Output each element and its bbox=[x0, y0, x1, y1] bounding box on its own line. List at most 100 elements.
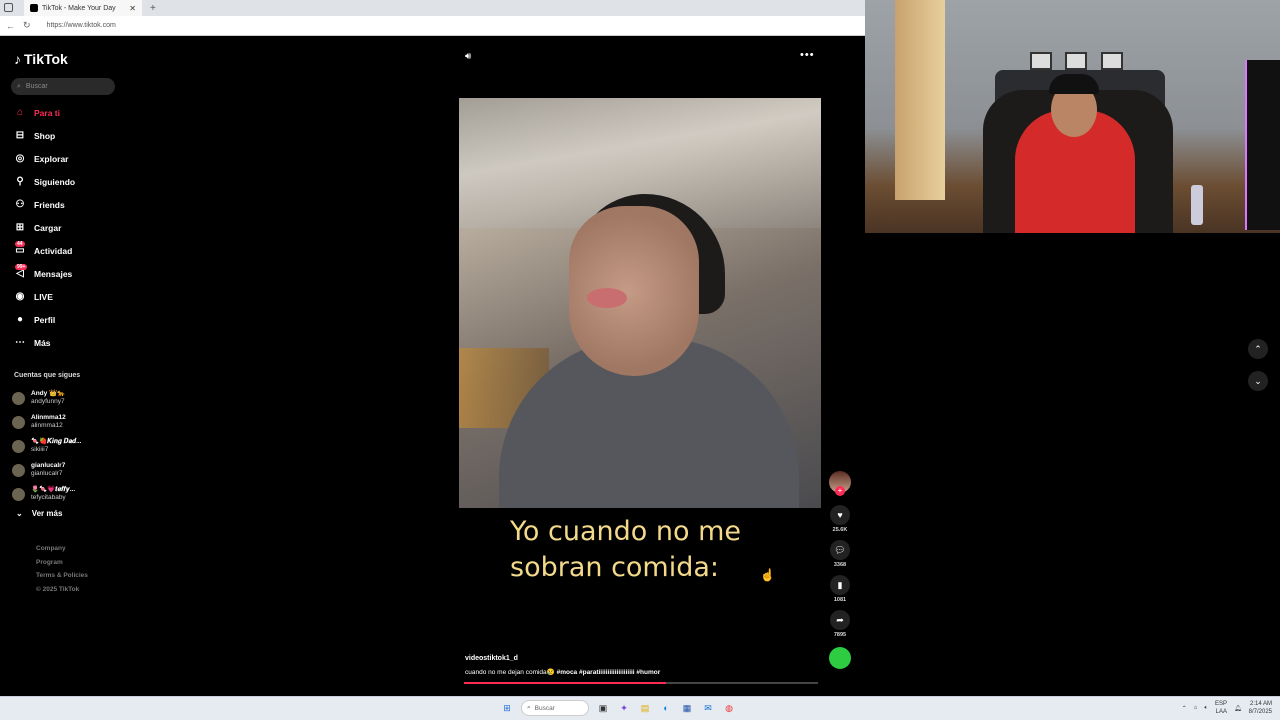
see-more-button[interactable]: ⌄ Ver más bbox=[16, 509, 62, 518]
windows-start-icon[interactable]: ⊞ bbox=[500, 701, 514, 715]
following-account[interactable]: Alinmma12 alinmma12 bbox=[12, 410, 122, 434]
avatar bbox=[12, 415, 25, 429]
taskbar-search[interactable]: ⌕ Buscar bbox=[521, 700, 589, 716]
sidebar-item-siguiendo[interactable]: ⚲ Siguiendo bbox=[14, 170, 124, 193]
previous-video-button[interactable]: ⌃ bbox=[1248, 339, 1268, 359]
video-player[interactable] bbox=[459, 98, 821, 508]
clock[interactable]: 2:14 AM 8/7/2025 bbox=[1249, 700, 1272, 716]
footer-link-company[interactable]: Company bbox=[36, 542, 88, 556]
sidebar-item-actividad[interactable]: ▭ 44 Actividad bbox=[14, 239, 124, 262]
avatar bbox=[12, 463, 25, 477]
sidebar-nav: ⌂ Para ti ⊟ Shop ◎ Explorar ⚲ Siguiendo ⚇ Friends… bbox=[14, 101, 124, 354]
account-display-name: Andy 👑🐆 bbox=[31, 390, 66, 397]
sidebar-item-para-ti[interactable]: ⌂ Para ti bbox=[14, 101, 124, 124]
music-disc-icon[interactable] bbox=[829, 647, 851, 669]
account-names: 🌷🍬💗𝒕𝒆𝒇𝒇𝒚... tefycitababy bbox=[31, 486, 75, 502]
language-region: LAA bbox=[1215, 709, 1228, 715]
save-count: 1081 bbox=[833, 597, 847, 603]
comment-icon[interactable]: 💬︎ bbox=[830, 540, 850, 560]
chevron-down-icon: ⌄ bbox=[16, 509, 23, 518]
share-action[interactable]: ➦ 7895 bbox=[830, 610, 850, 638]
following-account[interactable]: gianlucalr7 gianlucalr7 bbox=[12, 458, 122, 482]
browser-tab[interactable]: TikTok - Make Your Day ✕ bbox=[24, 0, 142, 16]
webcam-streamer-cap bbox=[1049, 74, 1099, 94]
task-view-icon[interactable]: ▣ bbox=[596, 701, 610, 715]
like-action[interactable]: ♥ 25.6K bbox=[830, 505, 850, 533]
hashtags[interactable]: #moca #paratiiiiiiiiiiiiiiiiiiii #humor bbox=[557, 669, 661, 676]
avatar bbox=[12, 487, 25, 501]
video-description: cuando no me dejan comida😢 #moca #parati… bbox=[465, 668, 660, 676]
following-account[interactable]: 🍬🍓𝑲𝒊𝒏𝒈 𝑫𝒂𝒅... sikiiii7 bbox=[12, 434, 122, 458]
sidebar-item-cargar[interactable]: ⊞ Cargar bbox=[14, 216, 124, 239]
file-explorer-icon[interactable]: ▤ bbox=[638, 701, 652, 715]
search-icon: ⌕ bbox=[17, 82, 21, 90]
notification-badge: 44 bbox=[15, 240, 25, 247]
sidebar-item-explorar[interactable]: ◎ Explorar bbox=[14, 147, 124, 170]
logo-text: TikTok bbox=[24, 51, 68, 67]
following-account[interactable]: Andy 👑🐆 andyfunny7 bbox=[12, 386, 122, 410]
creator-avatar[interactable]: + bbox=[829, 471, 851, 496]
heart-icon[interactable]: ♥ bbox=[830, 505, 850, 525]
refresh-icon[interactable]: ↻ bbox=[23, 20, 31, 31]
new-tab-button[interactable]: + bbox=[150, 3, 156, 14]
footer-link-terms[interactable]: Terms & Policies bbox=[36, 569, 88, 583]
sidebar-item-label: Perfil bbox=[34, 314, 56, 325]
comment-count: 3368 bbox=[833, 562, 847, 568]
url-field[interactable]: https://www.tiktok.com bbox=[47, 22, 116, 29]
bell-icon[interactable]: 🔔︎ bbox=[1234, 705, 1242, 712]
bookmark-icon[interactable]: ▮ bbox=[830, 575, 850, 595]
video-progress-bar[interactable] bbox=[464, 682, 818, 684]
footer-links: Company Program Terms & Policies © 2025 … bbox=[36, 542, 88, 596]
volume-icon[interactable]: 🔊︎ bbox=[465, 51, 471, 62]
sidebar-item-perfil[interactable]: ● Perfil bbox=[14, 308, 124, 331]
volume-tray-icon[interactable]: 🔈︎ bbox=[1204, 705, 1208, 712]
back-icon[interactable]: ← bbox=[6, 21, 15, 31]
sidebar-item-label: Mensajes bbox=[34, 268, 73, 279]
footer-link-program[interactable]: Program bbox=[36, 556, 88, 570]
comment-action[interactable]: 💬︎ 3368 bbox=[830, 540, 850, 568]
browser-tab-bar: TikTok - Make Your Day ✕ + bbox=[0, 0, 865, 16]
taskbar-search-placeholder: Buscar bbox=[534, 704, 555, 712]
tray-chevron-icon[interactable]: ⌃ bbox=[1182, 705, 1187, 712]
caption-line-1: Yo cuando no me bbox=[510, 516, 741, 547]
follow-plus-icon[interactable]: + bbox=[835, 486, 845, 496]
following-account[interactable]: 🌷🍬💗𝒕𝒆𝒇𝒇𝒚... tefycitababy bbox=[12, 482, 122, 506]
sidebar-item-live[interactable]: ◉ LIVE bbox=[14, 285, 124, 308]
search-input[interactable]: ⌕ Buscar bbox=[11, 78, 115, 95]
window-menu-icon[interactable] bbox=[4, 3, 13, 12]
network-icon[interactable]: ⌂ bbox=[1194, 705, 1198, 711]
store-icon[interactable]: ▦ bbox=[680, 701, 694, 715]
close-tab-icon[interactable]: ✕ bbox=[129, 4, 136, 13]
sidebar-item-label: Friends bbox=[34, 199, 65, 210]
account-handle: alinmma12 bbox=[31, 422, 63, 429]
edge-browser-icon[interactable]: ◐ bbox=[659, 701, 673, 715]
address-bar: ← ↻ https://www.tiktok.com bbox=[0, 16, 865, 36]
sidebar-item-friends[interactable]: ⚇ Friends bbox=[14, 193, 124, 216]
share-icon[interactable]: ➦ bbox=[830, 610, 850, 630]
video-actions: + ♥ 25.6K 💬︎ 3368 ▮ 1081 ➦ 7895 bbox=[827, 471, 853, 669]
next-video-button[interactable]: ⌄ bbox=[1248, 371, 1268, 391]
sidebar-item-label: Shop bbox=[34, 130, 56, 141]
account-names: Andy 👑🐆 andyfunny7 bbox=[31, 390, 65, 406]
sidebar-item-m-s[interactable]: ⋯ Más bbox=[14, 331, 124, 354]
sidebar-item-shop[interactable]: ⊟ Shop bbox=[14, 124, 124, 147]
copilot-icon[interactable]: ✦ bbox=[617, 701, 631, 715]
see-more-label: Ver más bbox=[31, 509, 63, 518]
live-icon: ◉ bbox=[15, 291, 25, 302]
caption-line-2: sobran comida: bbox=[510, 552, 720, 583]
outlook-icon[interactable]: ✉ bbox=[701, 701, 715, 715]
webcam-door bbox=[895, 0, 945, 200]
following-icon: ⚲ bbox=[16, 176, 24, 187]
following-list: Andy 👑🐆 andyfunny7 Alinmma12 alinmma12 🍬🍓𝑲𝒊𝒏… bbox=[12, 386, 122, 506]
webcam-pc-tower bbox=[1245, 60, 1280, 230]
messages-icon: ◁ 99+ bbox=[15, 263, 28, 279]
language-indicator[interactable]: ESP LAA bbox=[1215, 700, 1227, 716]
video-author[interactable]: videostiktok1_d bbox=[465, 655, 518, 662]
sidebar-item-mensajes[interactable]: ◁ 99+ Mensajes bbox=[14, 262, 124, 285]
tiktok-logo[interactable]: ♪ TikTok bbox=[14, 51, 68, 67]
webcam-wall-frame bbox=[1030, 52, 1052, 70]
sidebar-item-label: Cargar bbox=[34, 222, 62, 233]
chrome-icon[interactable]: ◍ bbox=[722, 701, 736, 715]
save-action[interactable]: ▮ 1081 bbox=[830, 575, 850, 603]
more-options-icon[interactable]: ••• bbox=[800, 49, 815, 61]
